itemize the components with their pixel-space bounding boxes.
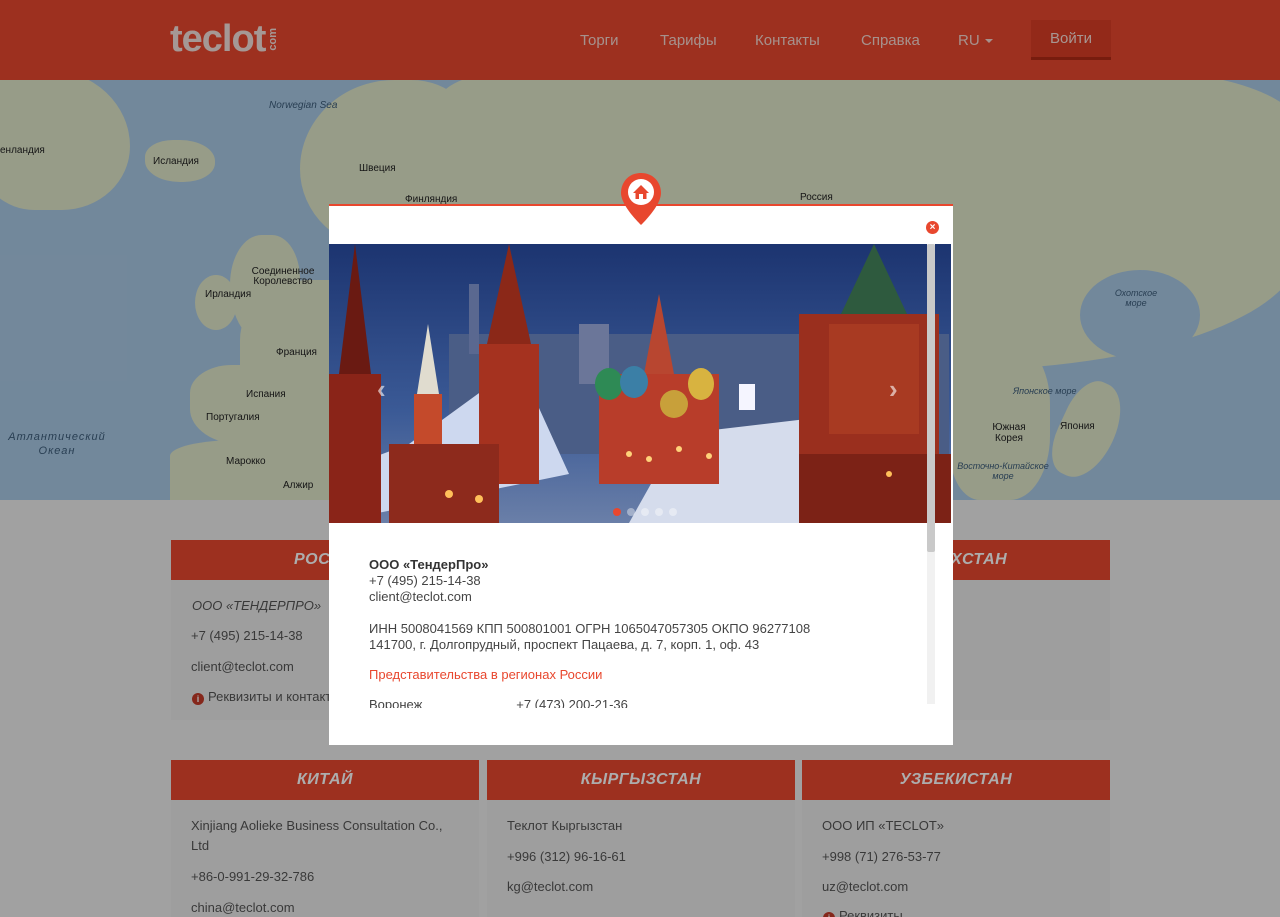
moscow-kremlin-photo — [329, 244, 951, 523]
carousel-next-arrow-icon[interactable]: › — [889, 374, 898, 405]
carousel-indicators — [613, 508, 677, 516]
carousel-dot[interactable] — [655, 508, 663, 516]
modal-cut-row: Воронеж +7 (473) 200-21-36 — [369, 696, 909, 708]
home-location-pin-icon — [621, 173, 661, 225]
modal-scrollbar-thumb[interactable] — [927, 244, 935, 552]
modal-phone: +7 (495) 215-14-38 — [369, 573, 481, 588]
carousel-dot[interactable] — [669, 508, 677, 516]
modal-requisites: ИНН 5008041569 КПП 500801001 ОГРН 106504… — [369, 621, 811, 636]
close-icon[interactable]: × — [926, 221, 939, 234]
modal-scrollbar[interactable] — [927, 244, 935, 704]
modal-address: 141700, г. Долгопрудный, проспект Пацаев… — [369, 637, 760, 652]
carousel-dot[interactable] — [641, 508, 649, 516]
regions-link[interactable]: Представительства в регионах России — [369, 667, 602, 682]
modal-company-name: ООО «ТендерПро» — [369, 557, 489, 572]
carousel-prev-arrow-icon[interactable]: ‹ — [377, 374, 386, 405]
image-carousel[interactable]: ‹ › — [329, 244, 951, 523]
modal-cut-text: Воронеж +7 (473) 200-21-36 — [369, 697, 628, 708]
contact-details-modal: × ‹ › ООО «ТендерПро» +7 (495) 215-14-38… — [329, 204, 953, 745]
carousel-dot[interactable] — [613, 508, 621, 516]
modal-email: client@teclot.com — [369, 589, 472, 604]
carousel-dot[interactable] — [627, 508, 635, 516]
